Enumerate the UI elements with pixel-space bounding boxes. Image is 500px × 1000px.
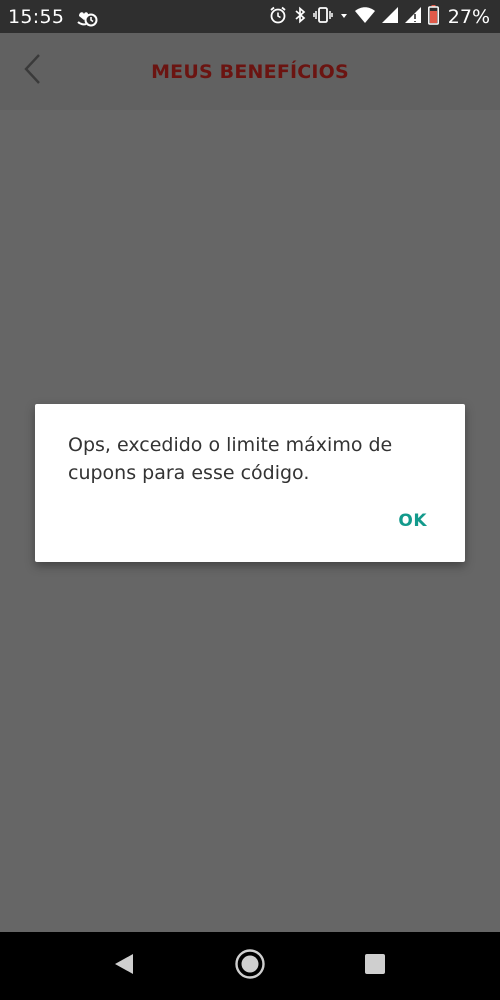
home-circle-icon bbox=[234, 948, 266, 984]
chevron-left-icon bbox=[21, 52, 43, 90]
ok-button[interactable]: OK bbox=[398, 511, 427, 531]
status-time: 15:55 bbox=[8, 5, 65, 28]
battery-icon bbox=[427, 4, 439, 29]
dialog-message: Ops, excedido o limite máximo de cupons … bbox=[68, 434, 393, 484]
back-button[interactable] bbox=[12, 51, 52, 91]
square-recents-icon bbox=[364, 953, 386, 979]
signal-secondary-icon bbox=[404, 6, 421, 27]
status-bar: 15:55 27% bbox=[0, 0, 500, 33]
triangle-back-icon bbox=[113, 952, 135, 980]
app-bar: MEUS BENEFÍCIOS bbox=[0, 33, 500, 110]
status-icons: 27% bbox=[269, 4, 490, 29]
bluetooth-icon bbox=[294, 6, 306, 28]
nav-recents-button[interactable] bbox=[345, 932, 405, 1000]
vibrate-icon bbox=[313, 6, 333, 28]
nav-back-button[interactable] bbox=[94, 932, 154, 1000]
alarm-icon bbox=[269, 6, 287, 28]
alert-dialog: Ops, excedido o limite máximo de cupons … bbox=[35, 404, 465, 562]
navigation-bar bbox=[0, 932, 500, 1000]
wifi-icon bbox=[354, 6, 375, 27]
data-arrow-icon bbox=[340, 6, 348, 28]
notification-app-icon bbox=[76, 7, 98, 27]
battery-percent: 27% bbox=[447, 5, 490, 28]
nav-home-button[interactable] bbox=[220, 932, 280, 1000]
page-title: MEUS BENEFÍCIOS bbox=[151, 60, 349, 83]
signal-icon bbox=[381, 6, 398, 27]
